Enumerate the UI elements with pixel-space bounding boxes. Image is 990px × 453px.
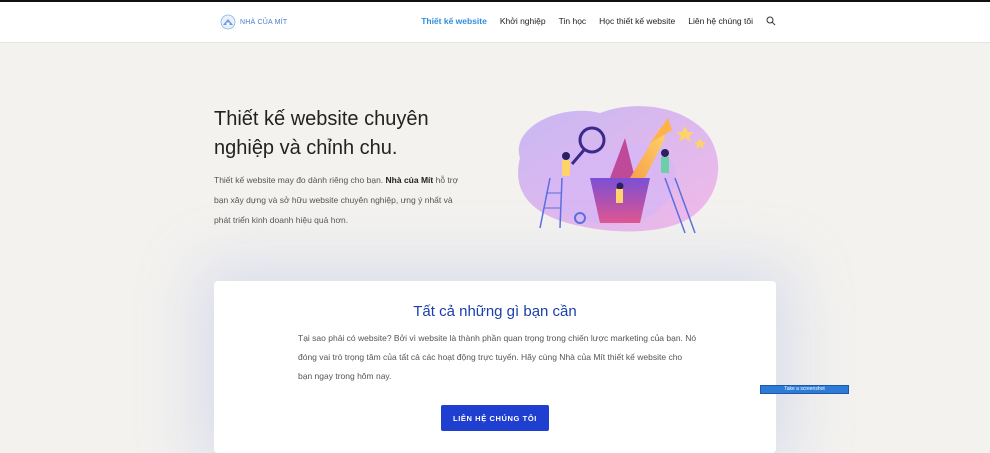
nav-item-lien-he[interactable]: Liên hệ chúng tôi (688, 16, 753, 26)
hero-desc-prefix: Thiết kế website may đo dành riêng cho b… (214, 175, 386, 185)
site-header: NHÀ CỦA MÍT Thiết kế website Khởi nghiệp… (0, 2, 990, 42)
hero-description: Thiết kế website may đo dành riêng cho b… (214, 170, 464, 230)
search-icon[interactable] (766, 16, 776, 26)
nav-item-hoc-thiet-ke-website[interactable]: Học thiết kế website (599, 16, 675, 26)
features-card: Tất cả những gì bạn cần Tại sao phải có … (214, 281, 776, 453)
contact-us-button[interactable]: LIÊN HỆ CHÚNG TÔI (441, 405, 549, 431)
nav-item-thiet-ke-website[interactable]: Thiết kế website (421, 16, 487, 26)
nav-item-khoi-nghiep[interactable]: Khởi nghiệp (500, 16, 546, 26)
nav-item-tin-hoc[interactable]: Tin học (559, 16, 587, 26)
take-screenshot-button[interactable]: Take a screenshot (760, 385, 849, 394)
card-text: Tại sao phải có website? Bởi vì website … (298, 333, 697, 381)
site-logo[interactable]: NHÀ CỦA MÍT (220, 13, 287, 31)
hero-title: Thiết kế website chuyên nghiệp và chỉnh … (214, 108, 429, 159)
main-nav: Thiết kế website Khởi nghiệp Tin học Học… (421, 16, 776, 26)
logo-text: NHÀ CỦA MÍT (240, 18, 288, 26)
hero-desc-brand: Nhà của Mít (385, 175, 434, 185)
hero-illustration (518, 106, 719, 234)
logo-icon (220, 14, 236, 30)
card-title: Tất cả những gì bạn cần (413, 303, 577, 320)
